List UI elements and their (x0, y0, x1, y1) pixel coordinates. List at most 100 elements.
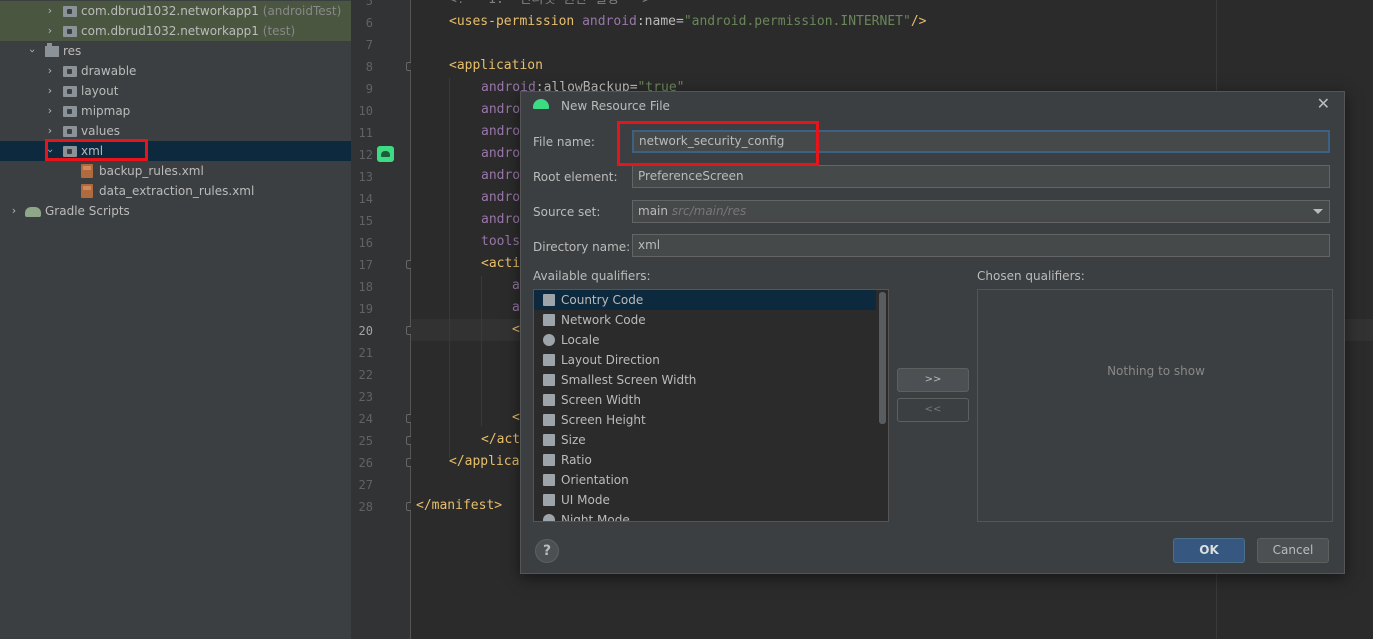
root-element-field[interactable]: PreferenceScreen (632, 165, 1330, 188)
line-number: 10 (358, 104, 373, 118)
list-item[interactable]: Country Code (534, 290, 876, 310)
tree-item-label: res (63, 44, 82, 58)
scrollbar[interactable] (879, 292, 886, 424)
chevron-right-icon[interactable]: › (44, 81, 56, 101)
tree-item-test-package[interactable]: › com.dbrud1032.networkapp1 (test) (0, 21, 351, 41)
tree-item-label: drawable (81, 64, 137, 78)
source-set-hint: src/main/res (671, 204, 747, 218)
network-code-icon (543, 314, 555, 326)
list-item[interactable]: Network Code (534, 310, 876, 330)
source-set-dropdown[interactable]: main src/main/res (632, 200, 1330, 223)
qualifier-label: Country Code (561, 293, 644, 307)
line-number: 28 (358, 500, 373, 514)
gradle-icon (25, 207, 41, 217)
tree-item-backup-rules[interactable]: backup_rules.xml (0, 161, 351, 181)
list-item[interactable]: Layout Direction (534, 350, 876, 370)
close-icon[interactable]: ✕ (1317, 94, 1330, 113)
code-line-19: a (512, 300, 520, 315)
qualifier-label: Screen Width (561, 393, 641, 407)
tree-item-suffix: (androidTest) (262, 4, 342, 18)
screen-width-icon (543, 394, 555, 406)
indent-guide (449, 78, 450, 458)
list-item[interactable]: Size (534, 430, 876, 450)
project-tree: › com.dbrud1032.networkapp1 (androidTest… (0, 0, 351, 639)
add-qualifier-button[interactable]: >> (897, 368, 969, 392)
available-qualifiers-list[interactable]: Country Code Network Code Locale Layout … (533, 289, 889, 522)
orientation-icon (543, 474, 555, 486)
line-number: 17 (358, 258, 373, 272)
list-item[interactable]: Screen Width (534, 390, 876, 410)
line-number: 5 (365, 0, 373, 8)
tree-item-gradle-scripts[interactable]: › Gradle Scripts (0, 201, 351, 221)
layout-direction-icon (543, 354, 555, 366)
highlight-annotation (45, 139, 148, 161)
code-token: android (582, 14, 637, 29)
list-item[interactable]: Smallest Screen Width (534, 370, 876, 390)
list-item[interactable]: UI Mode (534, 490, 876, 510)
line-number: 13 (358, 170, 373, 184)
tree-item-label: values (81, 124, 121, 138)
root-element-label: Root element: (533, 170, 618, 184)
code-token: /> (910, 14, 927, 29)
tree-item-data-extraction-rules[interactable]: data_extraction_rules.xml (0, 181, 351, 201)
tree-item-androidtest-package[interactable]: › com.dbrud1032.networkapp1 (androidTest… (0, 1, 351, 21)
list-item[interactable]: Orientation (534, 470, 876, 490)
code-line-26: </applica (449, 454, 520, 469)
code-line-25: </act (481, 432, 521, 447)
line-number: 22 (358, 368, 373, 382)
list-item[interactable]: Ratio (534, 450, 876, 470)
tree-item-label: backup_rules.xml (99, 164, 204, 178)
tree-item-drawable[interactable]: › drawable (0, 61, 351, 81)
qualifier-label: UI Mode (561, 493, 610, 507)
code-line-20: < (512, 322, 520, 337)
chevron-right-icon[interactable]: › (44, 1, 56, 21)
line-number: 9 (365, 82, 373, 96)
line-number: 19 (358, 302, 373, 316)
tree-item-layout[interactable]: › layout (0, 81, 351, 101)
smallest-width-icon (543, 374, 555, 386)
ok-button[interactable]: OK (1173, 538, 1245, 563)
size-icon (543, 434, 555, 446)
help-button[interactable]: ? (535, 539, 559, 563)
chevron-right-icon[interactable]: › (44, 121, 56, 141)
tree-item-res[interactable]: › res (0, 41, 351, 61)
chosen-qualifiers-list[interactable]: Nothing to show (977, 289, 1333, 522)
tree-item-mipmap[interactable]: › mipmap (0, 101, 351, 121)
code-token: "android.permission.INTERNET" (683, 14, 911, 29)
folder-icon (63, 126, 77, 137)
directory-name-field[interactable]: xml (632, 234, 1330, 257)
line-number: 16 (358, 236, 373, 250)
dialog-title: New Resource File (561, 99, 670, 113)
file-name-label: File name: (533, 135, 595, 149)
ui-mode-icon (543, 494, 555, 506)
code-line-24: < (512, 410, 520, 425)
code-line-28: </manifest> (416, 498, 503, 513)
line-number: 25 (358, 434, 373, 448)
list-item[interactable]: Locale (534, 330, 876, 350)
code-line-5: <!-- 1. 인터넷 권한 설정 --> (449, 0, 650, 11)
remove-qualifier-button[interactable]: << (897, 398, 969, 422)
qualifier-label: Size (561, 433, 586, 447)
android-gutter-icon[interactable] (377, 146, 394, 162)
chevron-down-icon[interactable]: › (22, 45, 42, 57)
list-item[interactable]: Night Mode (534, 510, 876, 522)
qualifier-label: Night Mode (561, 513, 630, 522)
line-number: 7 (365, 38, 373, 52)
line-number: 23 (358, 390, 373, 404)
android-icon (533, 99, 549, 109)
line-number: 26 (358, 456, 373, 470)
folder-icon (63, 66, 77, 77)
editor-gutter: 5 6 7 8 9 10 11 12 13 14 15 16 17 18 19 … (351, 0, 415, 639)
chevron-right-icon[interactable]: › (44, 61, 56, 81)
dropdown-arrow-icon[interactable] (1313, 209, 1323, 214)
cancel-button[interactable]: Cancel (1257, 538, 1329, 563)
line-number: 24 (358, 412, 373, 426)
list-item[interactable]: Screen Height (534, 410, 876, 430)
qualifier-label: Orientation (561, 473, 629, 487)
highlight-annotation (617, 121, 819, 166)
qualifier-label: Network Code (561, 313, 646, 327)
chevron-right-icon[interactable]: › (44, 21, 56, 41)
chevron-right-icon[interactable]: › (8, 201, 20, 221)
tree-item-values[interactable]: › values (0, 121, 351, 141)
chevron-right-icon[interactable]: › (44, 101, 56, 121)
